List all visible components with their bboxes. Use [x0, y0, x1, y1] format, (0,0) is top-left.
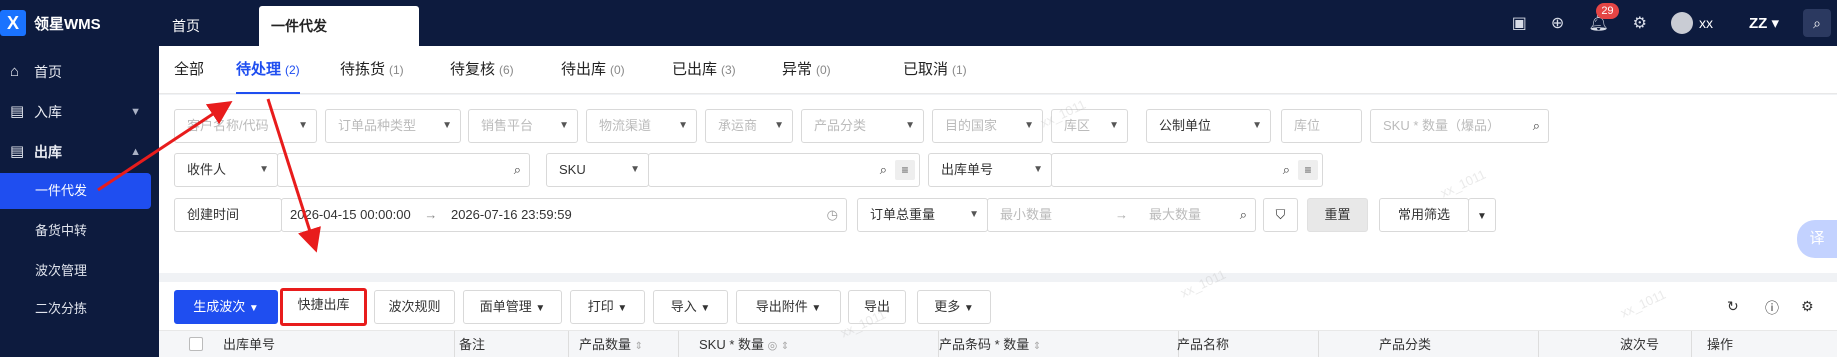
arrow-to-pending-tab — [97, 101, 233, 192]
annotation-arrows — [97, 98, 321, 253]
arrow-to-quick-outbound — [266, 98, 321, 253]
